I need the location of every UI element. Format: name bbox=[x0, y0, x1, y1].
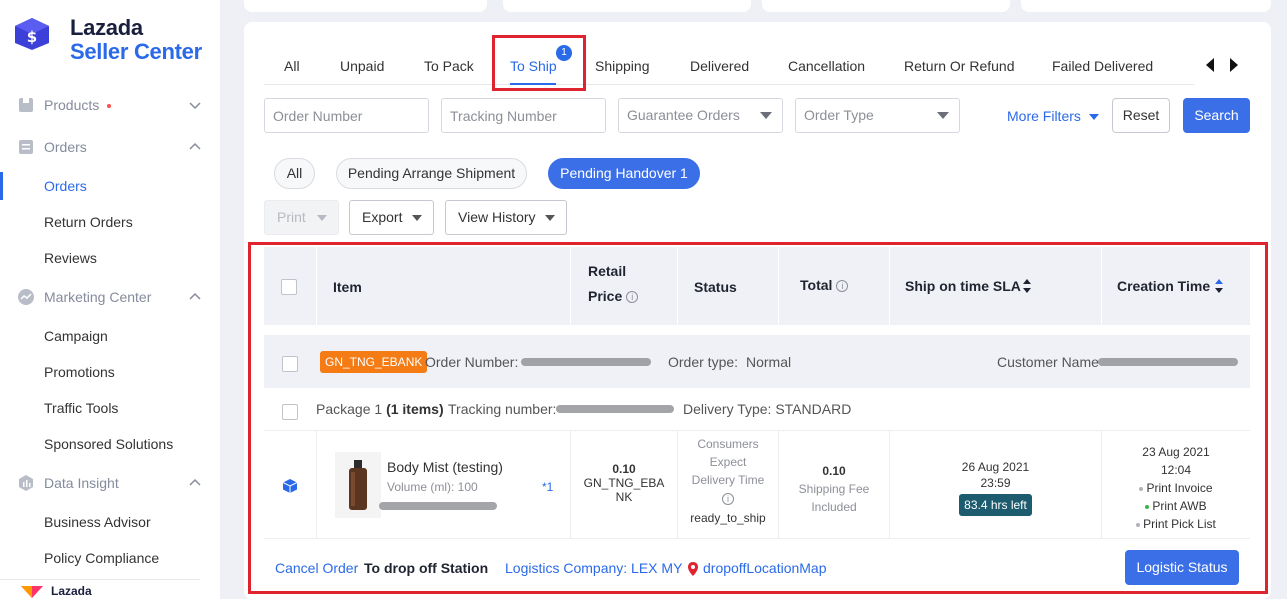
order-type-select[interactable]: Order Type bbox=[795, 98, 960, 133]
footer-brand: Lazada bbox=[51, 584, 92, 598]
chip-pending-arrange-shipment[interactable]: Pending Arrange Shipment bbox=[336, 158, 527, 189]
view-history-label: View History bbox=[458, 209, 536, 225]
lazada-footer-logo: Lazada bbox=[19, 584, 92, 598]
sidebar-item-return-orders[interactable]: Return Orders bbox=[44, 214, 133, 230]
nav-orders-label: Orders bbox=[44, 139, 87, 155]
nav-group-orders[interactable]: Orders bbox=[0, 132, 220, 162]
chevron-down-icon bbox=[189, 102, 201, 110]
highlight-box bbox=[248, 242, 1268, 594]
sidebar-item-traffic-tools[interactable]: Traffic Tools bbox=[44, 400, 118, 416]
reset-button[interactable]: Reset bbox=[1112, 98, 1170, 133]
sidebar-item-promotions[interactable]: Promotions bbox=[44, 364, 115, 380]
nav-group-data-insight[interactable]: Data Insight bbox=[0, 468, 220, 498]
guarantee-orders-label: Guarantee Orders bbox=[627, 107, 740, 123]
sidebar-item-reviews[interactable]: Reviews bbox=[44, 250, 97, 266]
sidebar-item-business-advisor[interactable]: Business Advisor bbox=[44, 514, 151, 530]
lazada-logo-icon: $ bbox=[15, 18, 49, 50]
orders-panel: All Unpaid To Pack To Ship 1 Shipping De… bbox=[244, 22, 1271, 599]
caret-down-icon bbox=[545, 215, 555, 221]
tab-scroll-left-icon[interactable] bbox=[1204, 58, 1216, 72]
svg-text:$: $ bbox=[27, 28, 37, 46]
highlight-box bbox=[492, 35, 586, 91]
tab-failed-delivered[interactable]: Failed Delivered bbox=[1052, 58, 1153, 74]
stat-card bbox=[762, 0, 1010, 12]
tab-cancellation[interactable]: Cancellation bbox=[788, 58, 865, 74]
order-type-label: Order Type bbox=[804, 107, 874, 123]
nav-marketing-label: Marketing Center bbox=[44, 289, 152, 305]
tab-to-pack[interactable]: To Pack bbox=[424, 58, 474, 74]
print-label: Print bbox=[277, 209, 306, 225]
tabs-divider bbox=[264, 84, 1194, 85]
stat-card bbox=[1021, 0, 1271, 12]
nav-group-marketing[interactable]: Marketing Center bbox=[0, 282, 220, 312]
more-filters-label: More Filters bbox=[1007, 108, 1081, 124]
chevron-up-icon bbox=[189, 478, 201, 486]
caret-down-icon bbox=[1088, 114, 1099, 121]
search-button[interactable]: Search bbox=[1183, 98, 1250, 133]
more-filters-button[interactable]: More Filters bbox=[1007, 108, 1099, 124]
data-insight-icon bbox=[19, 475, 33, 491]
brand-subtitle: Seller Center bbox=[70, 39, 202, 64]
print-dropdown[interactable]: Print bbox=[264, 200, 339, 235]
nav-products-label: Products bbox=[44, 97, 100, 113]
chevron-up-icon bbox=[189, 292, 201, 300]
nav-group-products[interactable]: Products bbox=[0, 90, 220, 120]
sidebar-item-campaign[interactable]: Campaign bbox=[44, 328, 108, 344]
sidebar-item-orders[interactable]: Orders bbox=[44, 178, 87, 194]
divider bbox=[0, 579, 200, 580]
caret-down-icon bbox=[317, 215, 327, 221]
tab-unpaid[interactable]: Unpaid bbox=[340, 58, 384, 74]
lazada-heart-icon bbox=[21, 586, 43, 598]
tab-all[interactable]: All bbox=[284, 58, 300, 74]
caret-down-icon bbox=[760, 112, 772, 119]
guarantee-orders-select[interactable]: Guarantee Orders bbox=[618, 98, 783, 133]
chip-all[interactable]: All bbox=[274, 158, 315, 189]
tab-scroll-right-icon[interactable] bbox=[1228, 58, 1240, 72]
sidebar-item-policy-compliance[interactable]: Policy Compliance bbox=[44, 550, 159, 566]
orders-icon bbox=[19, 140, 33, 154]
nav-data-insight-label: Data Insight bbox=[44, 475, 119, 491]
new-dot-icon bbox=[107, 104, 112, 109]
products-icon bbox=[19, 98, 33, 112]
active-indicator bbox=[0, 172, 3, 200]
sidebar: $ Lazada Seller Center Products Orders O… bbox=[0, 0, 220, 599]
tab-shipping[interactable]: Shipping bbox=[595, 58, 650, 74]
stat-card bbox=[244, 0, 487, 12]
tab-return-or-refund[interactable]: Return Or Refund bbox=[904, 58, 1015, 74]
marketing-icon bbox=[18, 289, 34, 305]
chevron-up-icon bbox=[189, 142, 201, 150]
brand-name: Lazada bbox=[70, 15, 143, 40]
tracking-number-input[interactable] bbox=[441, 98, 606, 133]
export-dropdown[interactable]: Export bbox=[349, 200, 434, 235]
stat-card bbox=[503, 0, 751, 12]
view-history-dropdown[interactable]: View History bbox=[445, 200, 567, 235]
caret-down-icon bbox=[937, 112, 949, 119]
lazada-seller-center-logo[interactable]: $ Lazada Seller Center bbox=[12, 16, 202, 64]
sidebar-item-sponsored-solutions[interactable]: Sponsored Solutions bbox=[44, 436, 173, 452]
export-label: Export bbox=[362, 209, 403, 225]
chip-pending-handover[interactable]: Pending Handover 1 bbox=[548, 158, 700, 189]
order-number-input[interactable] bbox=[264, 98, 429, 133]
tab-delivered[interactable]: Delivered bbox=[690, 58, 749, 74]
caret-down-icon bbox=[412, 215, 422, 221]
